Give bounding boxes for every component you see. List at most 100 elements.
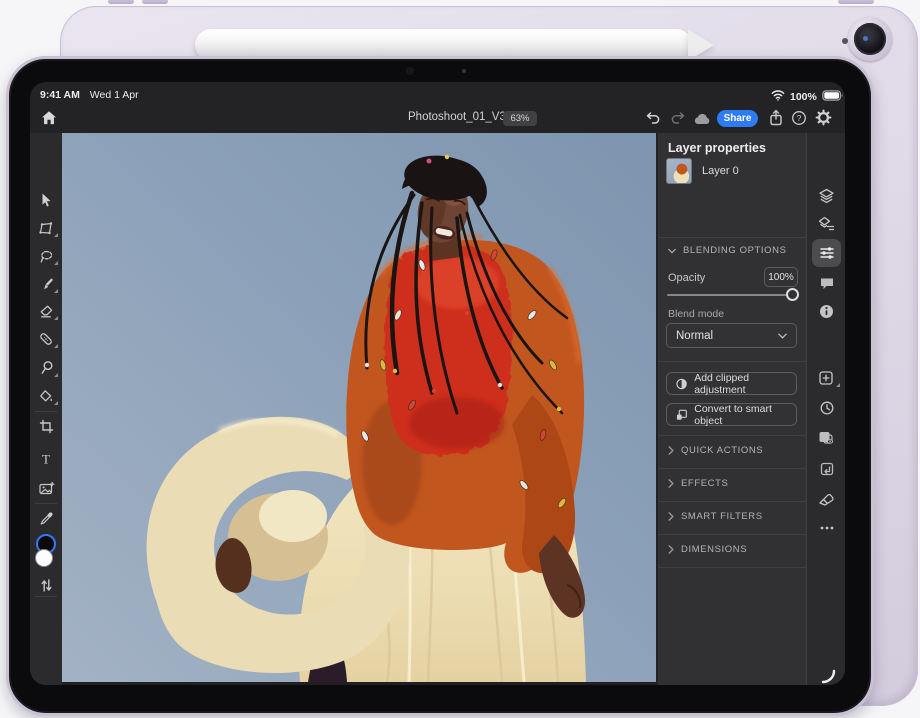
opacity-slider-track[interactable]	[667, 294, 789, 296]
status-bar-right: 100%	[771, 88, 844, 106]
undo-button[interactable]	[645, 110, 662, 131]
rear-mic-dot	[842, 38, 848, 44]
background-color-well[interactable]	[35, 549, 53, 567]
gear-icon	[815, 109, 832, 126]
tool-lasso-select[interactable]	[30, 244, 62, 268]
dimensions-label: DIMENSIONS	[681, 544, 747, 555]
layer-properties-panel: Layer properties Layer 0 BLENDING OPTION…	[658, 133, 806, 685]
chevron-right-icon	[668, 479, 674, 488]
smart-filters-label: SMART FILTERS	[681, 511, 763, 522]
more-button[interactable]	[807, 515, 845, 541]
comment-icon	[819, 276, 835, 291]
svg-text:?: ?	[797, 113, 802, 123]
chevron-right-icon	[668, 545, 674, 554]
history-clock-icon	[819, 400, 835, 416]
tool-eyedropper[interactable]	[30, 506, 62, 530]
app-screen: 9:41 AM Wed 1 Apr 100% Photoshoot_01_V3 …	[30, 82, 845, 685]
info-button[interactable]	[807, 298, 845, 324]
add-clipped-adjustment-button[interactable]: Add clipped adjustment	[666, 372, 797, 395]
blend-mode-value: Normal	[676, 330, 713, 342]
layer-row[interactable]: Layer 0	[666, 156, 798, 186]
layer-adjustments-icon	[818, 216, 835, 232]
section-quick-actions[interactable]: QUICK ACTIONS	[668, 445, 763, 456]
section-smart-filters[interactable]: SMART FILTERS	[668, 511, 763, 522]
add-layer-button[interactable]	[807, 365, 845, 391]
history-button[interactable]	[807, 395, 845, 421]
rear-ipad-volume-up-button	[108, 0, 134, 4]
rear-ipad-top-button	[838, 0, 874, 4]
layer-mask-button[interactable]	[807, 425, 845, 451]
rear-camera-lens-icon	[854, 23, 886, 55]
settings-button[interactable]	[815, 109, 832, 131]
effects-label: EFFECTS	[681, 478, 728, 489]
layers-icon	[818, 188, 835, 204]
panel-title: Layer properties	[668, 141, 766, 155]
section-effects[interactable]: EFFECTS	[668, 478, 728, 489]
quick-actions-label: QUICK ACTIONS	[681, 445, 763, 456]
cloud-icon	[693, 112, 711, 125]
rear-camera-glint	[863, 36, 868, 41]
tool-type[interactable]: T	[30, 446, 62, 470]
export-icon	[768, 109, 784, 127]
blend-mode-label: Blend mode	[668, 308, 724, 320]
tool-brush[interactable]	[30, 272, 62, 296]
help-button[interactable]: ?	[791, 110, 807, 131]
share-button[interactable]: Share	[717, 110, 758, 127]
status-time: 9:41 AM	[40, 89, 80, 101]
comments-button[interactable]	[807, 270, 845, 296]
info-icon	[819, 304, 834, 319]
properties-button[interactable]	[807, 240, 845, 266]
help-icon: ?	[791, 110, 807, 126]
home-icon	[40, 109, 58, 127]
chevron-down-icon	[778, 333, 787, 339]
canvas-photo[interactable]	[62, 133, 656, 682]
chevron-down-icon	[668, 248, 676, 254]
convert-smart-object-label: Convert to smart object	[694, 403, 796, 427]
opacity-slider-handle[interactable]	[786, 288, 799, 301]
blend-mode-dropdown[interactable]: Normal	[666, 323, 797, 348]
add-layer-icon	[818, 370, 835, 387]
layers-button[interactable]	[807, 183, 845, 209]
tool-move[interactable]	[30, 188, 62, 212]
front-sensor-dot	[462, 69, 466, 73]
clip-wedge-icon	[818, 492, 835, 507]
front-camera-icon	[406, 67, 414, 75]
opacity-value-field[interactable]: 100%	[764, 267, 798, 287]
home-button[interactable]	[40, 109, 58, 132]
wifi-icon	[771, 88, 785, 106]
tool-healing-brush[interactable]	[30, 327, 62, 351]
cloud-sync-button[interactable]	[693, 112, 711, 130]
place-rotate-button[interactable]	[807, 456, 845, 482]
layer-thumbnail	[666, 158, 692, 184]
more-dots-icon	[819, 525, 835, 531]
battery-icon	[822, 88, 844, 106]
tool-crop[interactable]	[30, 414, 62, 438]
tool-place-photo[interactable]	[30, 476, 62, 500]
adjustment-icon	[676, 378, 687, 390]
tool-clone-stamp[interactable]	[30, 356, 62, 380]
battery-percent: 100%	[790, 91, 817, 103]
convert-smart-object-button[interactable]: Convert to smart object	[666, 403, 797, 426]
export-button[interactable]	[768, 109, 784, 132]
chevron-right-icon	[668, 512, 674, 521]
layer-adjustments-button[interactable]	[807, 211, 845, 237]
zoom-level-badge[interactable]: 63%	[503, 111, 537, 126]
blending-options-header[interactable]: BLENDING OPTIONS	[668, 245, 787, 256]
clip-button[interactable]	[807, 486, 845, 512]
right-taskbar	[806, 133, 845, 685]
section-dimensions[interactable]: DIMENSIONS	[668, 544, 747, 555]
tool-eraser[interactable]	[30, 299, 62, 323]
properties-sliders-icon	[819, 245, 835, 261]
layer-mask-icon	[818, 430, 835, 446]
add-clipped-adjustment-label: Add clipped adjustment	[694, 372, 796, 396]
redo-button[interactable]	[669, 110, 686, 131]
rear-ipad-volume-down-button	[142, 0, 168, 4]
svg-text:T: T	[42, 451, 50, 466]
chevron-right-icon	[668, 446, 674, 455]
tool-transform[interactable]	[30, 216, 62, 240]
canvas-corner-handle[interactable]	[821, 669, 836, 685]
tool-fill[interactable]	[30, 384, 62, 408]
status-date: Wed 1 Apr	[90, 89, 139, 101]
blending-options-label: BLENDING OPTIONS	[683, 245, 787, 256]
tool-swap-colors[interactable]	[30, 573, 62, 597]
